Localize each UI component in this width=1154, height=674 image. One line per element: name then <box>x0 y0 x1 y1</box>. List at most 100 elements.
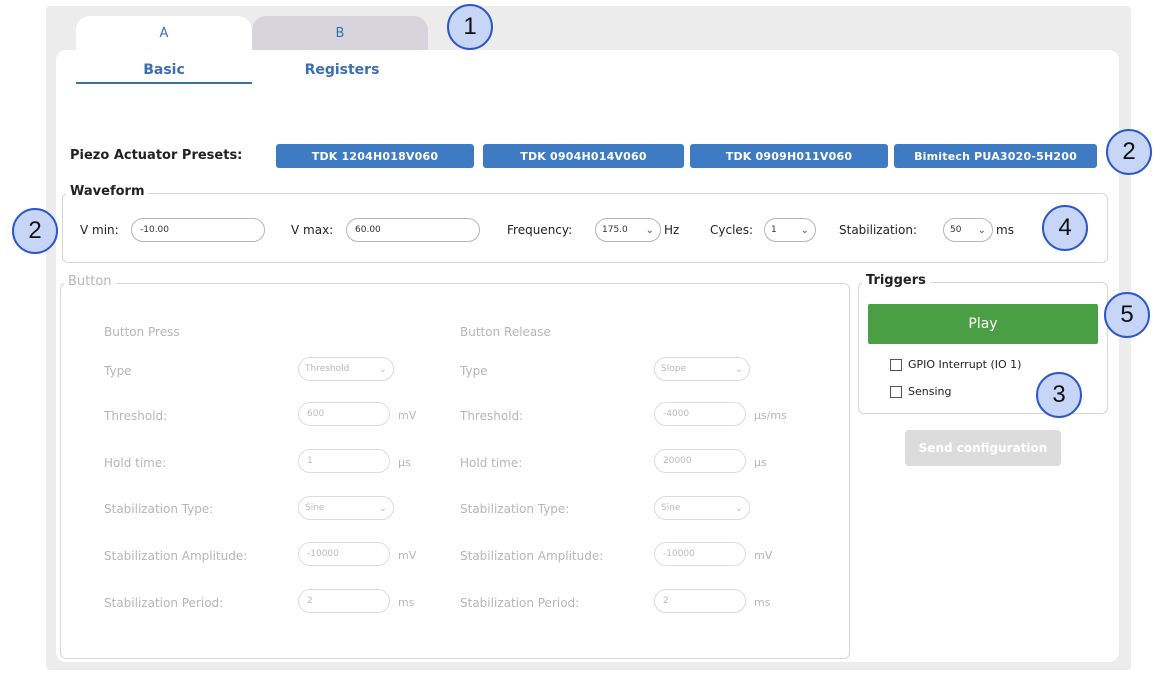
stabilization-label: Stabilization: <box>839 223 917 237</box>
chevron-down-icon: ⌄ <box>645 224 654 236</box>
press-stab-amp-label: Stabilization Amplitude: <box>104 549 248 563</box>
press-stab-type-select[interactable]: Sine ⌄ <box>298 496 394 520</box>
subtab-basic-label: Basic <box>143 62 185 78</box>
press-threshold-input[interactable]: 600 <box>298 402 390 426</box>
subtab-registers-label: Registers <box>304 62 380 78</box>
release-stab-type-value: Sine <box>661 503 681 513</box>
tab-a-label: A <box>159 25 169 41</box>
release-stab-period-input[interactable]: 2 <box>654 589 746 613</box>
frequency-select[interactable]: 175.0 ⌄ <box>595 218 661 242</box>
chevron-down-icon: ⌄ <box>378 363 387 375</box>
chevron-down-icon: ⌄ <box>800 224 809 236</box>
press-type-label: Type <box>104 364 132 378</box>
press-hold-label: Hold time: <box>104 456 167 470</box>
vmin-input[interactable]: -10.00 <box>131 218 265 242</box>
frequency-label: Frequency: <box>507 223 573 237</box>
release-threshold-input[interactable]: -4000 <box>654 402 746 426</box>
release-type-select[interactable]: Slope ⌄ <box>654 357 750 381</box>
release-header: Button Release <box>460 325 551 339</box>
chevron-down-icon: ⌄ <box>734 363 743 375</box>
frequency-unit: Hz <box>664 223 680 237</box>
chevron-down-icon: ⌄ <box>378 502 387 514</box>
press-hold-value: 1 <box>307 456 313 466</box>
release-stab-amp-value: -10000 <box>663 549 695 559</box>
waveform-title: Waveform <box>66 184 149 199</box>
release-stab-period-unit: ms <box>754 596 771 609</box>
press-threshold-value: 600 <box>307 409 325 419</box>
press-stab-period-unit: ms <box>398 596 415 609</box>
sensing-label: Sensing <box>908 385 952 398</box>
preset-button-2[interactable]: TDK 0904H014V060 <box>483 144 684 168</box>
callout-badge: 3 <box>1036 372 1082 418</box>
press-header: Button Press <box>104 325 180 339</box>
triggers-title: Triggers <box>862 273 930 288</box>
preset-button-3[interactable]: TDK 0909H011V060 <box>690 144 888 168</box>
release-stab-amp-label: Stabilization Amplitude: <box>460 549 604 563</box>
tab-b-label: B <box>335 25 345 41</box>
sensing-checkbox[interactable]: Sensing <box>890 385 951 398</box>
callout-badge: 2 <box>1106 129 1152 175</box>
cycles-select[interactable]: 1 ⌄ <box>764 218 816 242</box>
press-threshold-label: Threshold: <box>104 409 168 423</box>
press-stab-period-value: 2 <box>307 596 313 606</box>
subtab-active-indicator <box>76 82 252 84</box>
chevron-down-icon: ⌄ <box>734 502 743 514</box>
press-stab-type-value: Sine <box>305 503 325 513</box>
press-hold-input[interactable]: 1 <box>298 449 390 473</box>
press-hold-unit: μs <box>398 456 411 469</box>
release-stab-amp-input[interactable]: -10000 <box>654 542 746 566</box>
press-stab-amp-value: -10000 <box>307 549 339 559</box>
vmax-value: 60.00 <box>355 225 381 235</box>
stabilization-unit: ms <box>996 223 1014 237</box>
press-stab-type-label: Stabilization Type: <box>104 502 214 516</box>
play-button[interactable]: Play <box>868 304 1098 344</box>
press-threshold-unit: mV <box>398 409 417 422</box>
release-hold-unit: μs <box>754 456 767 469</box>
press-stab-period-label: Stabilization Period: <box>104 596 224 610</box>
send-configuration-button[interactable]: Send configuration <box>905 430 1061 466</box>
vmin-value: -10.00 <box>140 225 170 235</box>
release-threshold-label: Threshold: <box>460 409 524 423</box>
frequency-value: 175.0 <box>602 225 628 235</box>
vmin-label: V min: <box>80 223 119 237</box>
release-type-label: Type <box>460 364 488 378</box>
press-type-value: Threshold <box>305 364 350 374</box>
callout-badge: 1 <box>447 4 493 50</box>
button-group-title: Button <box>64 274 116 289</box>
tab-a[interactable]: A <box>76 16 252 50</box>
press-stab-amp-input[interactable]: -10000 <box>298 542 390 566</box>
vmax-label: V max: <box>291 223 334 237</box>
release-threshold-unit: μs/ms <box>754 409 787 422</box>
cycles-label: Cycles: <box>710 223 754 237</box>
release-stab-type-label: Stabilization Type: <box>460 502 570 516</box>
release-stab-period-value: 2 <box>663 596 669 606</box>
checkbox-icon <box>890 358 902 371</box>
release-stab-amp-unit: mV <box>754 549 773 562</box>
release-threshold-value: -4000 <box>663 409 690 419</box>
gpio-interrupt-checkbox[interactable]: GPIO Interrupt (IO 1) <box>890 358 1021 371</box>
release-type-value: Slope <box>661 364 686 374</box>
callout-badge: 5 <box>1104 292 1150 338</box>
subtab-basic[interactable]: Basic <box>76 60 252 80</box>
gpio-interrupt-label: GPIO Interrupt (IO 1) <box>908 358 1022 371</box>
callout-badge: 2 <box>12 208 58 254</box>
release-hold-input[interactable]: 20000 <box>654 449 746 473</box>
vmax-input[interactable]: 60.00 <box>346 218 480 242</box>
press-stab-period-input[interactable]: 2 <box>298 589 390 613</box>
stabilization-value: 50 <box>950 225 962 235</box>
preset-button-4[interactable]: Bimitech PUA3020-5H200 <box>894 144 1097 168</box>
release-hold-label: Hold time: <box>460 456 523 470</box>
subtab-registers[interactable]: Registers <box>254 60 430 80</box>
presets-label: Piezo Actuator Presets: <box>70 148 243 163</box>
preset-button-1[interactable]: TDK 1204H018V060 <box>276 144 474 168</box>
press-type-select[interactable]: Threshold ⌄ <box>298 357 394 381</box>
release-stab-type-select[interactable]: Sine ⌄ <box>654 496 750 520</box>
cycles-value: 1 <box>771 225 777 235</box>
checkbox-icon <box>890 385 902 398</box>
press-stab-amp-unit: mV <box>398 549 417 562</box>
release-hold-value: 20000 <box>663 456 692 466</box>
callout-badge: 4 <box>1042 205 1088 251</box>
stabilization-select[interactable]: 50 ⌄ <box>943 218 993 242</box>
tab-b[interactable]: B <box>252 16 428 50</box>
release-stab-period-label: Stabilization Period: <box>460 596 580 610</box>
